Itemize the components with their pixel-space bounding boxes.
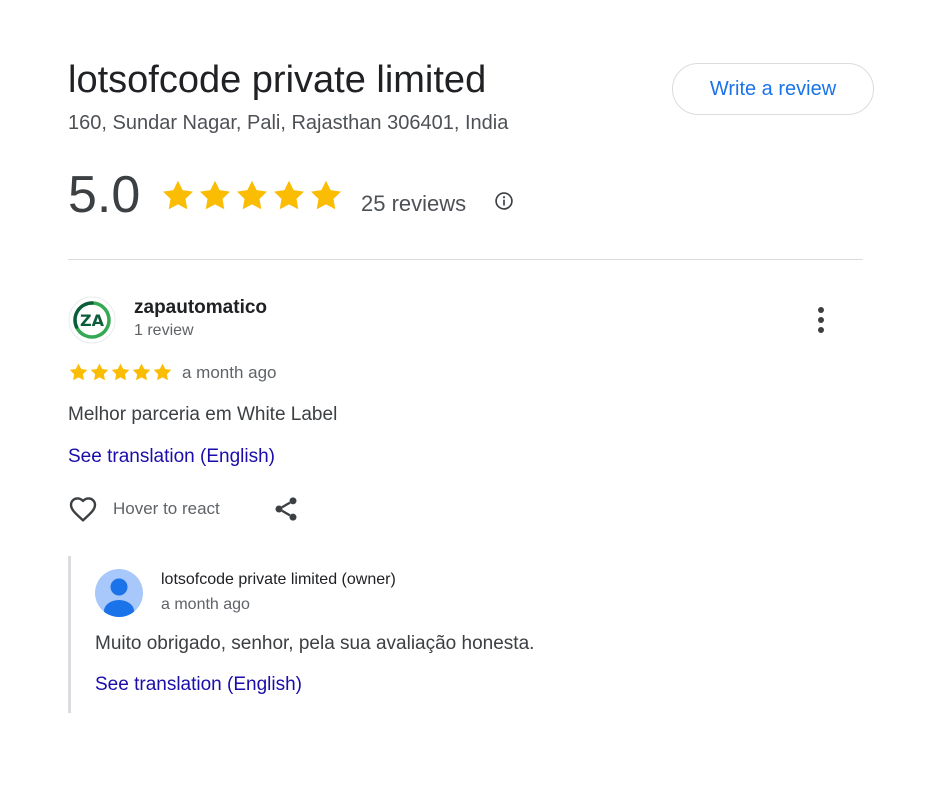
heart-icon[interactable] xyxy=(67,493,99,525)
react-label[interactable]: Hover to react xyxy=(113,499,220,519)
star-icon xyxy=(200,180,230,210)
star-icon xyxy=(111,363,130,381)
star-icon xyxy=(311,180,341,210)
write-review-label: Write a review xyxy=(709,77,837,100)
see-translation-link[interactable]: See translation (English) xyxy=(68,446,275,468)
owner-reply-time: a month ago xyxy=(161,596,250,613)
reviewer-name[interactable]: zapautomatico xyxy=(134,297,267,319)
star-icon xyxy=(132,363,151,381)
review-stars xyxy=(68,362,173,383)
write-review-button[interactable]: Write a review xyxy=(672,63,874,115)
owner-name: lotsofcode private limited (owner) xyxy=(161,571,396,588)
reviews-count: 25 reviews xyxy=(361,191,467,216)
star-icon xyxy=(153,363,172,381)
reply-indicator-bar xyxy=(68,556,71,713)
reviewer-review-count: 1 review xyxy=(134,322,194,339)
star-icon xyxy=(163,180,193,210)
divider xyxy=(68,259,863,260)
average-rating: 5.0 xyxy=(68,166,141,224)
review-time: a month ago xyxy=(182,363,277,382)
star-icon xyxy=(90,363,109,381)
reply-text: Muito obrigado, senhor, pela sua avaliaç… xyxy=(95,633,535,654)
rating-stars xyxy=(160,178,344,214)
owner-avatar xyxy=(95,569,143,617)
star-icon xyxy=(69,363,88,381)
info-icon[interactable] xyxy=(494,191,514,211)
review-text: Melhor parceria em White Label xyxy=(68,404,338,425)
business-address: 160, Sundar Nagar, Pali, Rajasthan 30640… xyxy=(68,112,509,134)
star-icon xyxy=(237,180,267,210)
star-icon xyxy=(274,180,304,210)
more-options-icon[interactable] xyxy=(808,305,834,335)
share-icon[interactable] xyxy=(272,495,300,523)
reviewer-avatar[interactable]: ZA xyxy=(68,296,116,344)
business-name: lotsofcode private limited xyxy=(68,59,487,101)
see-translation-link-reply[interactable]: See translation (English) xyxy=(95,674,302,696)
avatar-text: ZA xyxy=(80,311,105,330)
